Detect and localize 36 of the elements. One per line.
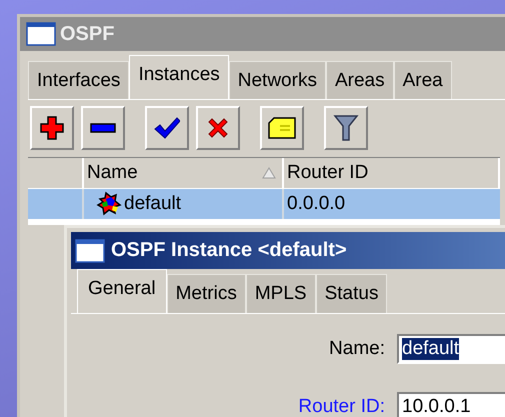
table-cell: 0.0.0.0: [287, 193, 346, 215]
disable-button[interactable]: [196, 106, 240, 150]
window-title: OSPF: [60, 22, 114, 46]
tab[interactable]: General: [77, 269, 167, 313]
minus-icon: [90, 122, 116, 134]
note-icon: [268, 117, 296, 139]
tab[interactable]: Instances: [129, 55, 229, 99]
cross-icon: [206, 116, 230, 140]
window-icon: [26, 22, 56, 46]
tab[interactable]: Networks: [228, 61, 326, 99]
add-button[interactable]: [30, 106, 74, 150]
dialog-title: OSPF Instance <default>: [111, 239, 347, 262]
plus-icon: [39, 115, 65, 141]
tab[interactable]: MPLS: [246, 274, 316, 313]
enable-button[interactable]: [145, 106, 189, 150]
tab[interactable]: Interfaces: [28, 61, 130, 99]
column-header[interactable]: Name: [84, 158, 284, 189]
tab[interactable]: Status: [316, 274, 388, 313]
checkmark-icon: [154, 117, 180, 139]
filter-button[interactable]: [324, 106, 368, 150]
table-cell: default: [124, 193, 182, 215]
column-header[interactable]: Router ID: [284, 158, 500, 189]
tab[interactable]: Area: [394, 61, 452, 99]
field-label: Router ID:: [297, 396, 386, 417]
window-icon: [75, 238, 105, 262]
tab[interactable]: Areas: [326, 61, 394, 99]
filter-icon: [333, 114, 359, 142]
remove-button[interactable]: [81, 106, 125, 150]
table-row[interactable]: default 0.0.0.0: [28, 189, 500, 219]
sort-icon: [262, 167, 276, 179]
field-label: Name:: [328, 338, 386, 360]
tab[interactable]: Metrics: [166, 274, 246, 313]
comment-button[interactable]: [260, 106, 304, 150]
input-field[interactable]: default: [397, 334, 505, 364]
input-field[interactable]: 10.0.0.1: [397, 392, 505, 417]
puzzle-icon: [96, 191, 122, 217]
